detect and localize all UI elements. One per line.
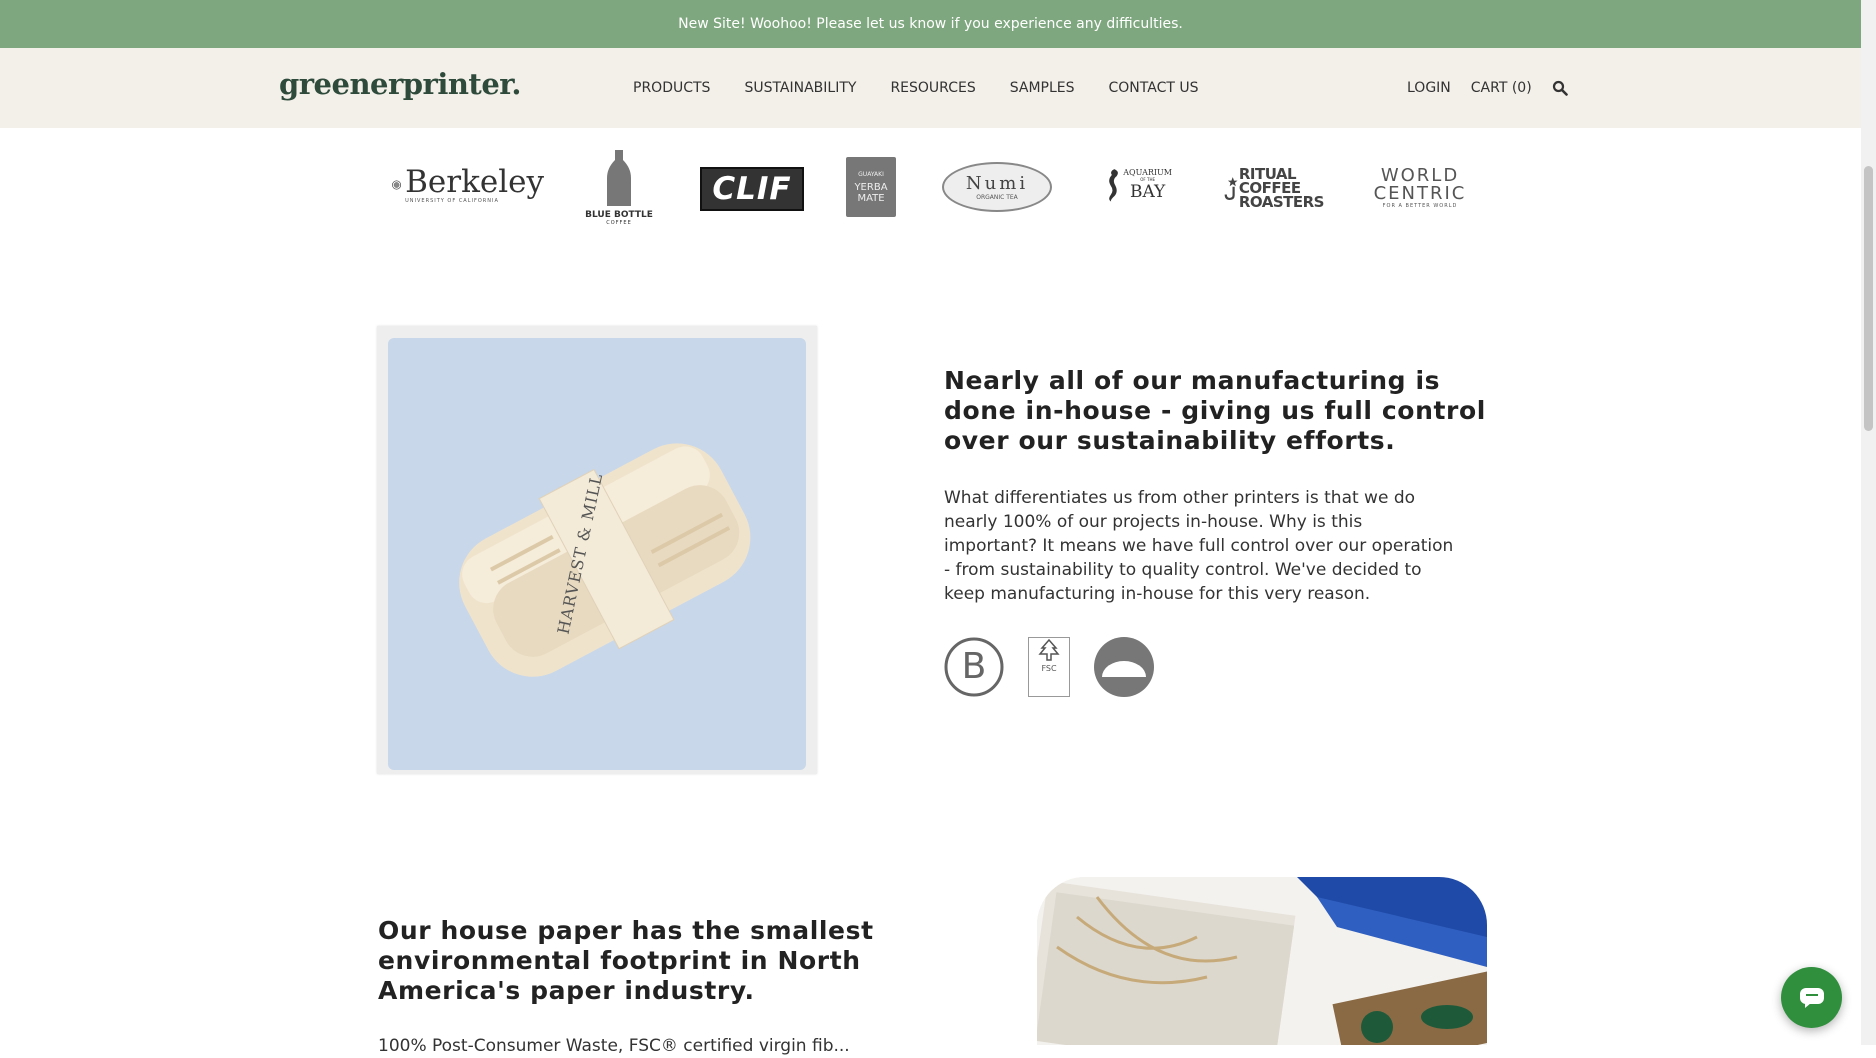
chat-icon bbox=[1799, 987, 1824, 1008]
berkeley-logo: Berkeley UNIVERSITY OF CALIFORNIA bbox=[392, 161, 544, 209]
aquarium-top: AQUARIUM bbox=[1123, 168, 1172, 177]
numi-sub: ORGANIC TEA bbox=[976, 193, 1018, 201]
product-photo-socks: HARVEST & MILL bbox=[377, 326, 817, 774]
nav-resources[interactable]: RESOURCES bbox=[890, 80, 975, 96]
inhouse-heading: Nearly all of our manufacturing is done … bbox=[944, 366, 1486, 455]
inhouse-section: Nearly all of our manufacturing is done … bbox=[944, 366, 1504, 456]
login-link[interactable]: LOGIN bbox=[1407, 80, 1451, 96]
nav-samples[interactable]: SAMPLES bbox=[1010, 80, 1075, 96]
header-utilities: LOGIN CART (0) bbox=[1407, 80, 1568, 96]
blue-bottle-sub: COFFEE bbox=[606, 219, 632, 226]
berkeley-seal-icon bbox=[392, 180, 402, 190]
nav-sustainability[interactable]: SUSTAINABILITY bbox=[744, 80, 856, 96]
cart-link[interactable]: CART (0) bbox=[1471, 80, 1532, 96]
guayaki-logo: GUAYAKI YERBA MATE bbox=[846, 157, 896, 217]
socks-image: HARVEST & MILL bbox=[388, 338, 806, 770]
inhouse-body: What differentiates us from other printe… bbox=[944, 488, 1454, 604]
guayaki-name: YERBA MATE bbox=[854, 181, 888, 204]
site-logo[interactable]: greenerprinter. bbox=[279, 67, 522, 101]
numi-name: Numi bbox=[965, 172, 1029, 194]
sunrise-badge-icon bbox=[1094, 637, 1154, 697]
page-scrollbar[interactable] bbox=[1861, 0, 1876, 1045]
seahorse-icon bbox=[1109, 169, 1118, 203]
certification-badges: B FSC bbox=[944, 637, 1154, 697]
scrollbar-thumb[interactable] bbox=[1864, 166, 1873, 431]
chat-button[interactable] bbox=[1781, 967, 1842, 1028]
b-corp-label: B bbox=[961, 646, 987, 687]
announcement-text: New Site! Woohoo! Please let us know if … bbox=[678, 16, 1183, 32]
nav-contact-us[interactable]: CONTACT US bbox=[1109, 80, 1199, 96]
paper-body: 100% Post-Consumer Waste, FSC® certified… bbox=[378, 1036, 850, 1056]
announcement-bar: New Site! Woohoo! Please let us know if … bbox=[0, 0, 1861, 48]
product-photo-tags bbox=[1037, 877, 1487, 1045]
world-centric-sub: FOR A BETTER WORLD bbox=[1382, 203, 1458, 209]
paper-heading: Our house paper has the smallest environ… bbox=[378, 916, 874, 1005]
client-logos: Berkeley UNIVERSITY OF CALIFORNIA BLUE B… bbox=[388, 145, 1468, 230]
numi-logo: Numi ORGANIC TEA bbox=[942, 162, 1052, 212]
ritual-logo: RITUAL COFFEE ROASTERS bbox=[1224, 159, 1325, 217]
ritual-hook-icon bbox=[1224, 177, 1238, 201]
main-nav: PRODUCTS SUSTAINABILITY RESOURCES SAMPLE… bbox=[633, 80, 1198, 96]
paper-section: Our house paper has the smallest environ… bbox=[378, 916, 898, 1006]
guayaki-top: GUAYAKI bbox=[858, 170, 884, 178]
site-header: greenerprinter. PRODUCTS SUSTAINABILITY … bbox=[0, 48, 1861, 128]
clif-name: CLIF bbox=[712, 171, 792, 207]
world-centric-line-2: CENTRIC bbox=[1373, 183, 1467, 204]
ritual-line-3: ROASTERS bbox=[1238, 193, 1325, 211]
fsc-icon: FSC bbox=[1028, 637, 1070, 697]
blue-bottle-logo: BLUE BOTTLE COFFEE bbox=[582, 145, 656, 230]
berkeley-name: Berkeley bbox=[405, 164, 544, 200]
bottle-icon bbox=[607, 149, 631, 206]
nav-products[interactable]: PRODUCTS bbox=[633, 80, 710, 96]
search-icon[interactable] bbox=[1552, 80, 1568, 96]
world-centric-logo: WORLD CENTRIC FOR A BETTER WORLD bbox=[1368, 163, 1472, 213]
clif-logo: CLIF bbox=[700, 167, 804, 211]
blue-bottle-name: BLUE BOTTLE bbox=[585, 209, 653, 220]
aquarium-name: BAY bbox=[1129, 182, 1166, 202]
fsc-label: FSC bbox=[1041, 664, 1057, 673]
b-corp-icon: B bbox=[944, 637, 1004, 697]
aquarium-logo: AQUARIUM OF THE BAY bbox=[1106, 155, 1172, 215]
